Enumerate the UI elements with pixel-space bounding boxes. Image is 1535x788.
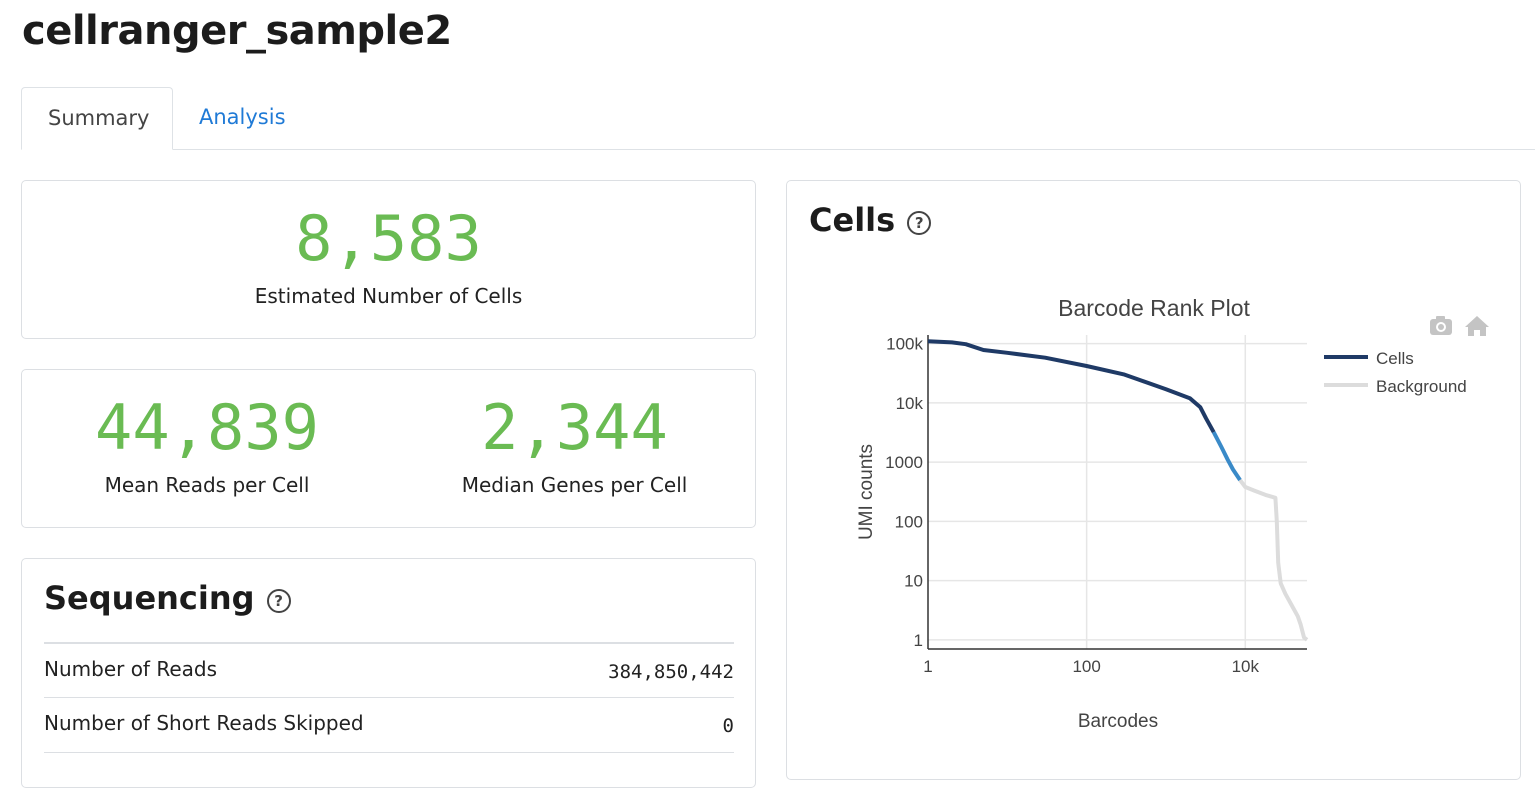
help-icon[interactable]: ? [266,589,291,613]
estimated-cells-value: 8,583 [295,202,482,275]
y-tick-label: 1000 [885,453,923,472]
barcode-rank-chart: Barcode Rank Plot 1 100 10k100k10k10001001… [856,295,1489,732]
median-genes-label: Median Genes per Cell [461,473,688,497]
y-tick-label: 100k [886,335,923,354]
page-title: cellranger_sample2 [22,8,452,54]
series-background-line [1238,478,1309,642]
seq-row-label: Number of Short Reads Skipped [44,711,364,735]
chart-title: Barcode Rank Plot [1058,295,1250,321]
chart-legend: Cells Background [1324,349,1467,396]
seq-row-value: 384,850,442 [608,661,734,683]
seq-row-divider [44,752,734,753]
seq-row-number-of-reads: Number of Reads 384,850,442 [44,642,734,697]
tab-bar: Summary Analysis [21,87,1535,150]
legend-label-background: Background [1376,377,1467,396]
cells-title: Cells ? [809,201,932,239]
y-axis-label: UMI counts [856,444,877,540]
y-tick-label: 10k [896,394,924,413]
median-genes-value: 2,344 [481,391,668,464]
sequencing-card: Sequencing ? Number of Reads 384,850,442… [21,558,756,788]
home-icon[interactable] [1465,316,1489,336]
reads-genes-card: 44,839 Mean Reads per Cell 2,344 Median … [21,369,756,528]
sequencing-title: Sequencing ? [44,579,291,617]
chart-axes: 1 100 10k 100k 10k 1000 100 10 1 [885,335,1307,676]
chart-grid [928,335,1307,649]
y-tick-label: 10 [904,572,923,591]
cells-title-text: Cells [809,201,896,239]
series-cells-line-tail [1211,431,1242,482]
seq-row-value: 0 [722,715,734,737]
x-tick-label: 100 [1072,657,1100,676]
mean-reads-metric: 44,839 Mean Reads per Cell [22,391,392,498]
chart-series [927,339,1309,642]
median-genes-metric: 2,344 Median Genes per Cell [392,391,757,498]
y-tick-label: 100 [895,512,923,531]
help-icon[interactable]: ? [907,211,932,235]
estimated-cells-label: Estimated Number of Cells [254,284,523,308]
mean-reads-value: 44,839 [95,391,319,464]
tab-summary[interactable]: Summary [21,87,173,150]
x-axis-label: Barcodes [1078,711,1158,732]
y-tick-label: 1 [914,631,923,650]
seq-row-short-reads-skipped: Number of Short Reads Skipped 0 [44,697,734,752]
tab-analysis[interactable]: Analysis [173,87,312,149]
mean-reads-label: Mean Reads per Cell [104,473,310,497]
x-tick-label: 10k [1232,657,1260,676]
series-cells-line [927,339,1216,434]
seq-row-label: Number of Reads [44,657,218,681]
camera-icon[interactable] [1430,316,1452,335]
x-tick-label: 1 [923,657,932,676]
legend-label-cells: Cells [1376,349,1414,368]
estimated-cells-card: 8,583 Estimated Number of Cells [21,180,756,339]
sequencing-title-text: Sequencing [44,579,255,617]
